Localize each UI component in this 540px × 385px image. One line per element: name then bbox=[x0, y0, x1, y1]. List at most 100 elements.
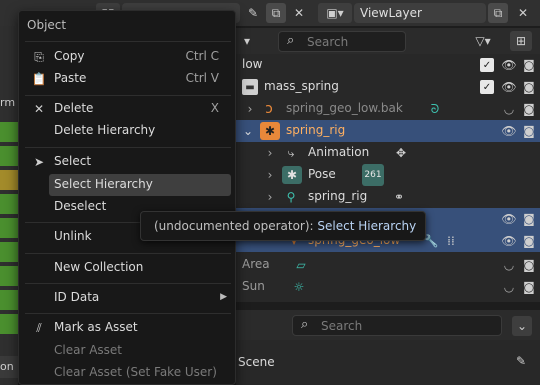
outliner-row-spring-rig-data[interactable]: › ⚲ spring_rig ⚭ bbox=[236, 186, 540, 208]
eye-closed-icon[interactable]: ◡ bbox=[500, 100, 518, 118]
chevron-down-icon[interactable]: ⌄ bbox=[242, 123, 254, 139]
left-green-field[interactable] bbox=[0, 242, 18, 262]
menu-separator bbox=[25, 313, 231, 314]
eye-icon[interactable]: 👁 bbox=[500, 78, 518, 96]
menu-item-delete[interactable]: ✕ Delete X bbox=[19, 98, 235, 120]
menu-item-new-collection[interactable]: New Collection bbox=[19, 257, 235, 279]
menu-item-label: Mark as Asset bbox=[54, 320, 138, 334]
camera-icon[interactable]: ◙ bbox=[520, 232, 538, 250]
eye-icon[interactable]: 👁 bbox=[500, 122, 518, 140]
eye-closed-icon[interactable]: ◡ bbox=[500, 278, 518, 296]
viewlayer-type-icon[interactable]: ▣▾ bbox=[318, 3, 352, 23]
row-label: Animation bbox=[308, 145, 370, 159]
display-mode-icon[interactable]: ▾ bbox=[238, 31, 256, 51]
eye-closed-icon[interactable]: ◡ bbox=[500, 256, 518, 274]
row-toggles: 👁 ◙ bbox=[480, 208, 540, 230]
camera-icon[interactable]: ◙ bbox=[520, 122, 538, 140]
bone-icon: ⚭ bbox=[393, 190, 405, 204]
menu-item-copy[interactable]: ⎘ Copy Ctrl C bbox=[19, 46, 235, 68]
outliner-row-sun[interactable]: Sun ☼ ◡ ◙ bbox=[236, 276, 540, 298]
menu-item-mark-as-asset[interactable]: ⫽ Mark as Asset bbox=[19, 317, 235, 339]
row-label: spring_rig bbox=[308, 189, 368, 203]
eye-icon[interactable]: 👁 bbox=[500, 232, 518, 250]
outliner-row-animation[interactable]: › ⤷ Animation ✥ bbox=[236, 142, 540, 164]
curve-object-icon: ↄ bbox=[265, 101, 273, 117]
pin-icon[interactable]: ✎ bbox=[512, 352, 530, 370]
new-viewlayer-icon[interactable]: ⧉ bbox=[488, 3, 508, 23]
outliner-row-low[interactable]: low ✓ 👁 ◙ bbox=[236, 54, 540, 76]
left-partial-label: on bbox=[0, 360, 14, 373]
outliner-row-spring-rig[interactable]: ⌄ ✱ spring_rig 👁 ◙ bbox=[236, 120, 540, 142]
camera-icon[interactable]: ◙ bbox=[520, 100, 538, 118]
animation-icon: ⤷ bbox=[287, 145, 295, 160]
outliner-row-pose[interactable]: › ✱ Pose 261 bbox=[236, 164, 540, 186]
sun-light-icon: ☼ bbox=[293, 280, 305, 294]
new-scene-icon[interactable]: ⧉ bbox=[266, 3, 286, 23]
menu-item-label: Clear Asset bbox=[54, 343, 122, 357]
outliner-row-spring-geo-low-bak[interactable]: › ↄ spring_geo_low.bak ᘐ ◡ ◙ bbox=[236, 98, 540, 120]
outliner-row-area[interactable]: Area ▱ ◡ ◙ bbox=[236, 254, 540, 276]
row-toggles: ◡ ◙ bbox=[480, 276, 540, 298]
menu-item-label: Paste bbox=[54, 71, 87, 85]
vertex-group-icon: ⁞⁞ bbox=[447, 234, 455, 248]
options-dropdown-icon[interactable]: ⌄ bbox=[512, 316, 532, 336]
left-green-field[interactable] bbox=[0, 290, 18, 310]
new-collection-icon[interactable]: ⊞ bbox=[510, 31, 532, 51]
chevron-right-icon[interactable]: › bbox=[264, 167, 276, 183]
row-label: Sun bbox=[242, 279, 265, 293]
chevron-right-icon[interactable]: › bbox=[264, 189, 276, 205]
bone-count-badge: 261 bbox=[362, 164, 384, 186]
left-yellow-field[interactable] bbox=[0, 170, 18, 190]
search-icon: ⌕ bbox=[301, 317, 309, 332]
camera-icon[interactable]: ◙ bbox=[520, 278, 538, 296]
eye-icon[interactable]: 👁 bbox=[500, 210, 518, 228]
left-green-field[interactable] bbox=[0, 146, 18, 166]
menu-item-paste[interactable]: 📋 Paste Ctrl V bbox=[19, 68, 235, 90]
properties-search-input[interactable]: ⌕ Search bbox=[292, 315, 502, 336]
outliner-toolbar: ▾ ⌕ Search ▽▾ ⊞ bbox=[236, 28, 540, 54]
checkbox-icon[interactable]: ✓ bbox=[480, 58, 494, 72]
menu-item-label: Deselect bbox=[54, 199, 107, 213]
viewlayer-field[interactable]: ViewLayer bbox=[354, 3, 486, 23]
left-panel-strip: rm on bbox=[0, 26, 18, 385]
pin-icon[interactable]: ✎ bbox=[244, 4, 262, 22]
menu-item-label: New Collection bbox=[54, 260, 144, 274]
delete-viewlayer-icon[interactable]: ✕ bbox=[512, 3, 534, 23]
bone-count: 261 bbox=[364, 170, 382, 180]
menu-separator bbox=[25, 283, 231, 284]
menu-separator bbox=[25, 253, 231, 254]
menu-item-select-hierarchy[interactable]: Select Hierarchy bbox=[49, 174, 231, 196]
menu-item-label: ID Data bbox=[54, 290, 100, 304]
armature-data-icon: ⚲ bbox=[286, 190, 296, 204]
camera-icon[interactable]: ◙ bbox=[520, 78, 538, 96]
filter-icon[interactable]: ▽▾ bbox=[470, 31, 496, 51]
menu-item-select[interactable]: ➤ Select bbox=[19, 151, 235, 173]
camera-icon[interactable]: ◙ bbox=[520, 256, 538, 274]
delete-scene-icon[interactable]: ✕ bbox=[290, 3, 308, 23]
left-green-field[interactable] bbox=[0, 194, 18, 214]
left-green-field[interactable] bbox=[0, 266, 18, 286]
cursor-icon: ➤ bbox=[33, 155, 45, 169]
row-toggles: ◡ ◙ bbox=[480, 254, 540, 276]
eye-icon[interactable]: 👁 bbox=[500, 56, 518, 74]
chevron-right-icon[interactable]: › bbox=[244, 101, 256, 117]
row-toggles: ✓ 👁 ◙ bbox=[480, 54, 540, 76]
menu-item-label: Select bbox=[54, 154, 92, 168]
left-green-field[interactable] bbox=[0, 122, 18, 142]
menu-item-delete-hierarchy[interactable]: Delete Hierarchy bbox=[19, 120, 235, 142]
menu-item-label: Delete Hierarchy bbox=[54, 123, 156, 137]
menu-title: Object bbox=[27, 18, 67, 32]
checkbox-icon[interactable]: ✓ bbox=[480, 80, 494, 94]
outliner-search-input[interactable]: ⌕ Search bbox=[278, 31, 406, 52]
left-green-field[interactable] bbox=[0, 218, 18, 238]
camera-icon[interactable]: ◙ bbox=[520, 210, 538, 228]
camera-icon[interactable]: ◙ bbox=[520, 56, 538, 74]
left-green-field[interactable] bbox=[0, 314, 18, 334]
search-icon: ⌕ bbox=[287, 33, 295, 48]
copy-icon: ⎘ bbox=[34, 49, 44, 64]
viewlayer-label: ViewLayer bbox=[360, 6, 422, 20]
outliner-row-mass-spring[interactable]: ▬ mass_spring ✓ 👁 ◙ bbox=[236, 76, 540, 98]
action-icon: ✥ bbox=[395, 146, 407, 160]
menu-item-id-data[interactable]: ID Data ▶ bbox=[19, 287, 235, 309]
chevron-right-icon[interactable]: › bbox=[264, 145, 276, 161]
